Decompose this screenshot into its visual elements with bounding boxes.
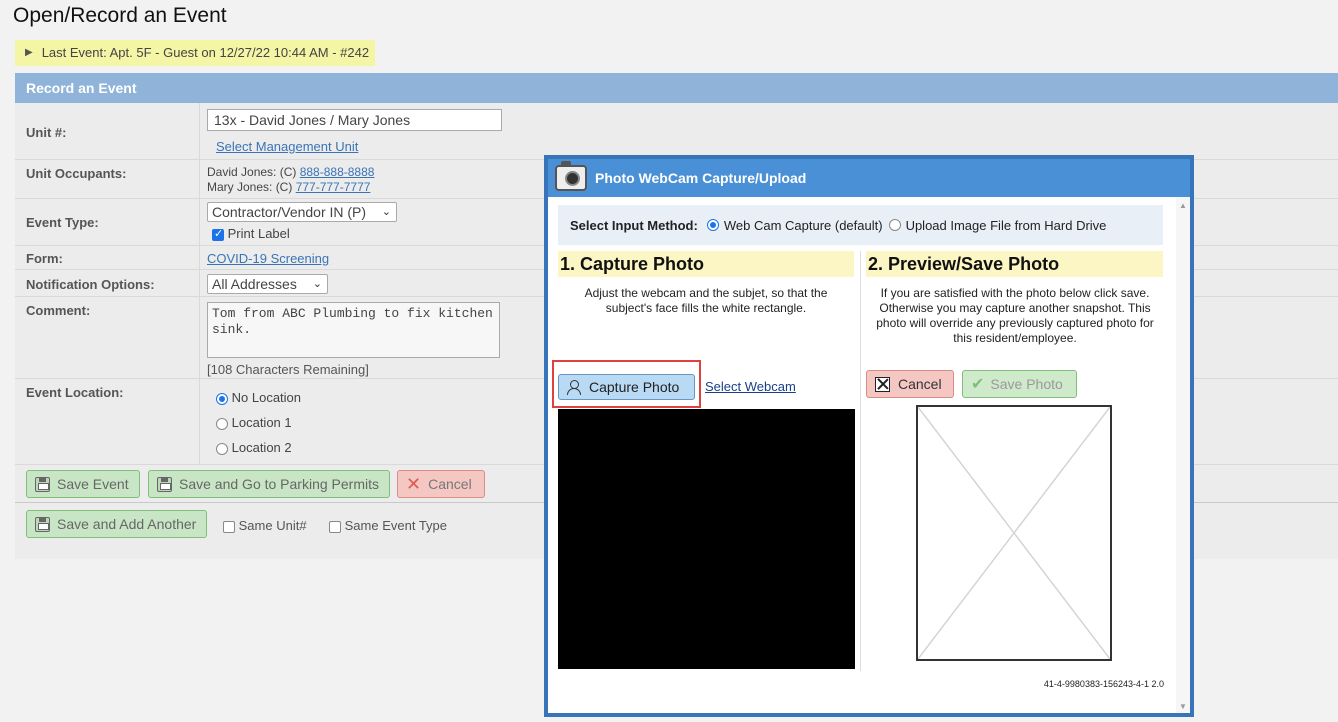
placeholder-cross-icon <box>917 406 1111 660</box>
scroll-up-icon[interactable]: ▲ <box>1179 201 1187 210</box>
capture-photo-button[interactable]: Capture Photo <box>558 374 695 400</box>
capture-heading: 1. Capture Photo <box>558 251 854 277</box>
webcam-modal: Photo WebCam Capture/Upload ▲ ▼ Select I… <box>544 155 1194 717</box>
cancel-button[interactable]: ✕ Cancel <box>397 470 485 498</box>
close-icon <box>875 376 890 392</box>
location-option-2[interactable]: Location 2 <box>216 440 292 455</box>
location-label: Event Location: <box>26 385 124 400</box>
occupant-item: David Jones: (C) 888-888-8888 <box>207 165 375 179</box>
save-add-another-button[interactable]: Save and Add Another <box>26 510 208 538</box>
notification-label: Notification Options: <box>26 277 155 292</box>
same-event-type-checkbox[interactable] <box>329 520 341 533</box>
modal-scrollbar[interactable]: ▲ ▼ <box>1176 197 1190 713</box>
occupant-item: Mary Jones: (C) 777-777-7777 <box>207 180 371 194</box>
save-parking-permits-button[interactable]: Save and Go to Parking Permits <box>148 470 390 498</box>
input-method-label: Select Input Method: <box>570 217 698 233</box>
chevron-down-icon: ⌄ <box>312 278 322 290</box>
camera-icon <box>555 161 587 191</box>
modal-cancel-button[interactable]: Cancel <box>866 370 954 398</box>
comment-label: Comment: <box>26 303 91 318</box>
method-radio[interactable] <box>888 219 901 231</box>
chevron-down-icon: ⌄ <box>381 206 391 218</box>
occupants-label: Unit Occupants: <box>26 166 127 181</box>
page-title: Open/Record an Event <box>13 4 227 27</box>
select-webcam-link[interactable]: Select Webcam <box>705 379 796 394</box>
same-unit-checkbox[interactable] <box>223 520 235 533</box>
print-label-checkbox[interactable] <box>212 227 224 241</box>
version-text: 41-4-9980383-156243-4-1 2.0 <box>1043 679 1164 689</box>
unit-row: Unit #: 13x - David Jones / Mary Jones S… <box>15 103 1338 160</box>
unit-label: Unit #: <box>26 125 67 140</box>
event-type-select[interactable]: Contractor/Vendor IN (P) ⌄ <box>207 202 397 222</box>
person-icon <box>567 379 581 395</box>
notification-select[interactable]: All Addresses ⌄ <box>207 274 328 294</box>
comment-textarea[interactable]: Tom from ABC Plumbing to fix kitchen sin… <box>207 302 500 358</box>
unit-input[interactable]: 13x - David Jones / Mary Jones <box>207 109 502 131</box>
webcam-video-feed <box>558 409 855 669</box>
print-label-option[interactable]: Print Label <box>212 226 290 241</box>
close-icon: ✕ <box>406 473 422 494</box>
occupant-phone-link[interactable]: 777-777-7777 <box>296 180 371 194</box>
panel-header: Record an Event <box>15 73 1338 103</box>
floppy-disk-icon <box>35 516 50 532</box>
location-option-none[interactable]: No Location <box>216 390 301 405</box>
modal-title-bar: Photo WebCam Capture/Upload <box>548 159 1190 197</box>
capture-instructions: Adjust the webcam and the subjet, so tha… <box>584 286 828 315</box>
expand-triangle-icon: ▶ <box>25 47 33 58</box>
characters-remaining: [108 Characters Remaining] <box>207 362 369 377</box>
checkmark-icon: ✔ <box>971 376 985 393</box>
event-type-label: Event Type: <box>26 215 99 230</box>
method-option-webcam[interactable]: Web Cam Capture (default) <box>706 218 883 233</box>
preview-heading: 2. Preview/Save Photo <box>866 251 1163 277</box>
input-method-bar: Select Input Method: Web Cam Capture (de… <box>558 205 1163 245</box>
same-event-type-option[interactable]: Same Event Type <box>329 518 447 533</box>
floppy-disk-icon <box>35 476 50 492</box>
save-event-button[interactable]: Save Event <box>26 470 140 498</box>
covid-screening-link[interactable]: COVID-19 Screening <box>207 251 329 266</box>
preview-instructions: If you are satisfied with the photo belo… <box>876 286 1154 345</box>
occupants-list: David Jones: (C) 888-888-8888 Mary Jones… <box>207 165 374 195</box>
method-option-upload[interactable]: Upload Image File from Hard Drive <box>888 218 1106 233</box>
form-label: Form: <box>26 251 63 266</box>
scroll-down-icon[interactable]: ▼ <box>1179 702 1187 711</box>
photo-preview-placeholder <box>916 405 1112 661</box>
location-radio[interactable] <box>216 442 228 455</box>
last-event-toggle[interactable]: ▶ Last Event: Apt. 5F - Guest on 12/27/2… <box>15 40 376 66</box>
modal-title: Photo WebCam Capture/Upload <box>595 170 807 186</box>
floppy-disk-icon <box>157 476 172 492</box>
occupant-phone-link[interactable]: 888-888-8888 <box>300 165 375 179</box>
location-radio[interactable] <box>216 417 228 430</box>
method-radio[interactable] <box>706 219 719 231</box>
last-event-text: Last Event: Apt. 5F - Guest on 12/27/22 … <box>41 45 370 60</box>
select-management-unit-link[interactable]: Select Management Unit <box>216 139 358 154</box>
same-unit-option[interactable]: Same Unit# <box>223 518 307 533</box>
location-option-1[interactable]: Location 1 <box>216 415 292 430</box>
column-divider <box>860 251 861 671</box>
location-radio[interactable] <box>216 392 228 405</box>
save-photo-button[interactable]: ✔ Save Photo <box>962 370 1077 398</box>
